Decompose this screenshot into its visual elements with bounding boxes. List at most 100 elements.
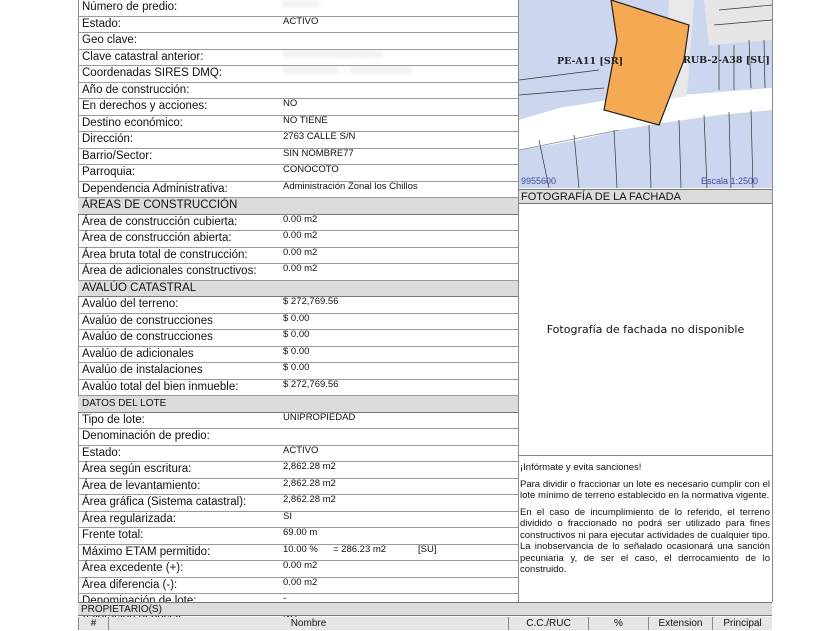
row-label: Tipo de lote:	[82, 413, 145, 426]
row-value: $ 272,769.56	[283, 378, 339, 390]
row-label: Área excedente (+):	[82, 562, 184, 574]
owners-col-name: Nombre	[108, 617, 508, 630]
row-label: Máximo ETAM permitido:	[82, 545, 211, 558]
etam-area: = 286.23 m2	[333, 543, 387, 555]
row-label: Dependencia Administrativa:	[82, 182, 228, 195]
row-value: 2763 CALLE S/N	[283, 131, 356, 142]
property-row: Avalúo total del bien inmueble: $ 272,769…	[78, 378, 518, 396]
row-value: SIN NOMBRE77	[283, 147, 354, 159]
row-value: 10.00 %	[283, 543, 318, 555]
zone-label-left: PE-A11 [SR]	[557, 56, 624, 67]
row-label: En derechos y acciones:	[82, 100, 208, 112]
row-label: ÁREAS DE CONSTRUCCIÓN	[82, 199, 238, 211]
row-label: Coordenadas SIRES DMQ:	[82, 67, 222, 79]
notice-paragraph-1: Para dividir o fraccionar un lote es nec…	[520, 478, 770, 502]
row-label: Área diferencia (-):	[82, 578, 178, 591]
row-value: 0000000000000000	[283, 48, 384, 60]
owners-col-extension: Extension	[648, 617, 712, 630]
property-row: Área gráfica (Sistema catastral): 2,862.2…	[78, 494, 518, 512]
row-value: 0.00 m2	[283, 230, 318, 241]
row-value: 0.00 m2	[283, 213, 318, 225]
row-value: 000000	[283, 0, 321, 10]
row-value: NO TIENE	[283, 114, 328, 126]
row-label: Área de adicionales constructivos:	[82, 265, 257, 277]
property-row: Tipo de lote: UNIPROPIEDAD	[78, 411, 518, 429]
row-label: Área de construcción abierta:	[82, 232, 232, 244]
row-value: NO	[283, 98, 298, 109]
row-value: $ 0.00	[283, 345, 310, 357]
row-label: Área de levantamiento:	[82, 479, 201, 492]
zone-label-right: RUB-2-A38 [SU]	[683, 55, 770, 66]
owners-col-percent: %	[588, 617, 648, 630]
etam-zone: [SU]	[418, 543, 437, 555]
row-value: ACTIVO	[283, 444, 319, 456]
right-border	[772, 0, 773, 602]
row-label: Geo clave:	[82, 34, 137, 46]
facade-photo-area: Fotografía de fachada no disponible	[519, 205, 772, 456]
map-block	[704, 0, 772, 45]
map-coordinate: 9955600	[521, 176, 557, 186]
map-scale: Escala 1:2500	[701, 176, 759, 186]
row-value: 69.00 m	[283, 527, 318, 538]
row-value: ACTIVO	[283, 15, 319, 27]
row-label: Área gráfica (Sistema catastral):	[82, 496, 247, 508]
row-label: Avalúo de construcciones	[82, 314, 213, 327]
row-label: Dirección:	[82, 133, 134, 145]
owners-col-id: C.C./RUC	[508, 617, 588, 630]
row-label: Clave catastral anterior:	[82, 50, 204, 63]
cadastral-map[interactable]: PE-A11 [SR] RUB-2-A38 [SU] 9955600 Escal…	[519, 0, 772, 188]
property-row: Área de adicionales constructivos: 0.00 m…	[78, 263, 518, 281]
row-value: 0.00 m2	[283, 560, 318, 571]
property-row: Dependencia Administrativa: Administració…	[78, 180, 518, 198]
row-value: 0.00 m2	[283, 246, 318, 258]
notice-heading: ¡Infórmate y evita sanciones!	[520, 462, 642, 473]
owners-table-header: # Nombre C.C./RUC % Extension Principal	[78, 617, 772, 630]
property-row: Área diferencia (-): 0.00 m2	[78, 576, 518, 594]
row-label: Área según escritura:	[82, 463, 192, 475]
row-label: Número de predio:	[82, 1, 178, 13]
row-label: Estado:	[82, 446, 121, 459]
row-label: Avalúo total del bien inmueble:	[82, 380, 239, 393]
row-label: Destino económico:	[82, 116, 183, 129]
row-value: $ 0.00	[283, 312, 310, 324]
row-label: Avalúo de construcciones	[82, 331, 213, 343]
property-row: Estado: ACTIVO	[78, 15, 518, 33]
row-label: Avalúo del terreno:	[82, 298, 179, 310]
property-row: Año de construcción:	[78, 83, 518, 99]
row-value: $ 0.00	[283, 362, 310, 373]
row-label: Frente total:	[82, 529, 144, 541]
map-drawing	[519, 0, 772, 188]
row-value: UNIPROPIEDAD	[283, 411, 356, 423]
row-label: Avalúo de adicionales	[82, 347, 194, 360]
row-label: Barrio/Sector:	[82, 149, 153, 162]
owners-col-index: #	[78, 617, 108, 630]
property-data-table: Número de predio: 000000 Estado: ACTIVO Geo …	[78, 0, 518, 627]
row-value: 0.00 m2	[283, 263, 318, 274]
row-value: Administración Zonal los Chillos	[283, 180, 418, 192]
notice-paragraph-2: En el caso de incumplimiento de lo refer…	[520, 506, 770, 576]
row-value: 2,862.28 m2	[283, 494, 336, 505]
property-record-page: Número de predio: 000000 Estado: ACTIVO Geo …	[0, 0, 840, 630]
owners-section-title: PROPIETARIO(S)	[78, 602, 772, 616]
facade-unavailable-message: Fotografía de fachada no disponible	[546, 323, 745, 336]
row-value: CONOCOTO	[283, 164, 339, 175]
row-value: 0.00 m2	[283, 576, 318, 588]
row-label: AVALÚO CATASTRAL	[82, 281, 197, 294]
facade-section-title: FOTOGRAFÍA DE LA FACHADA	[519, 189, 772, 204]
sanctions-notice: ¡Infórmate y evita sanciones! Para divid…	[520, 462, 770, 581]
row-value: 000000000 / 0000000000	[283, 65, 414, 76]
row-label: Área regularizada:	[82, 512, 176, 525]
row-label: Año de construcción:	[82, 83, 190, 96]
row-label: Área de construcción cubierta:	[82, 215, 238, 228]
row-value: $ 272,769.56	[283, 296, 339, 307]
row-label: DATOS DEL LOTE	[82, 398, 167, 409]
property-row: Coordenadas SIRES DMQ: 000000000 / 000000…	[78, 65, 518, 83]
row-value: SI	[283, 510, 292, 522]
row-value: 2,862.28 m2	[283, 461, 336, 472]
row-label: Denominación de predio:	[82, 430, 210, 442]
row-label: Avalúo de instalaciones	[82, 364, 203, 376]
row-label: Estado:	[82, 17, 121, 30]
owners-col-principal: Principal	[712, 617, 772, 630]
row-label: Parroquia:	[82, 166, 136, 178]
row-value: 2,862.28 m2	[283, 477, 336, 489]
